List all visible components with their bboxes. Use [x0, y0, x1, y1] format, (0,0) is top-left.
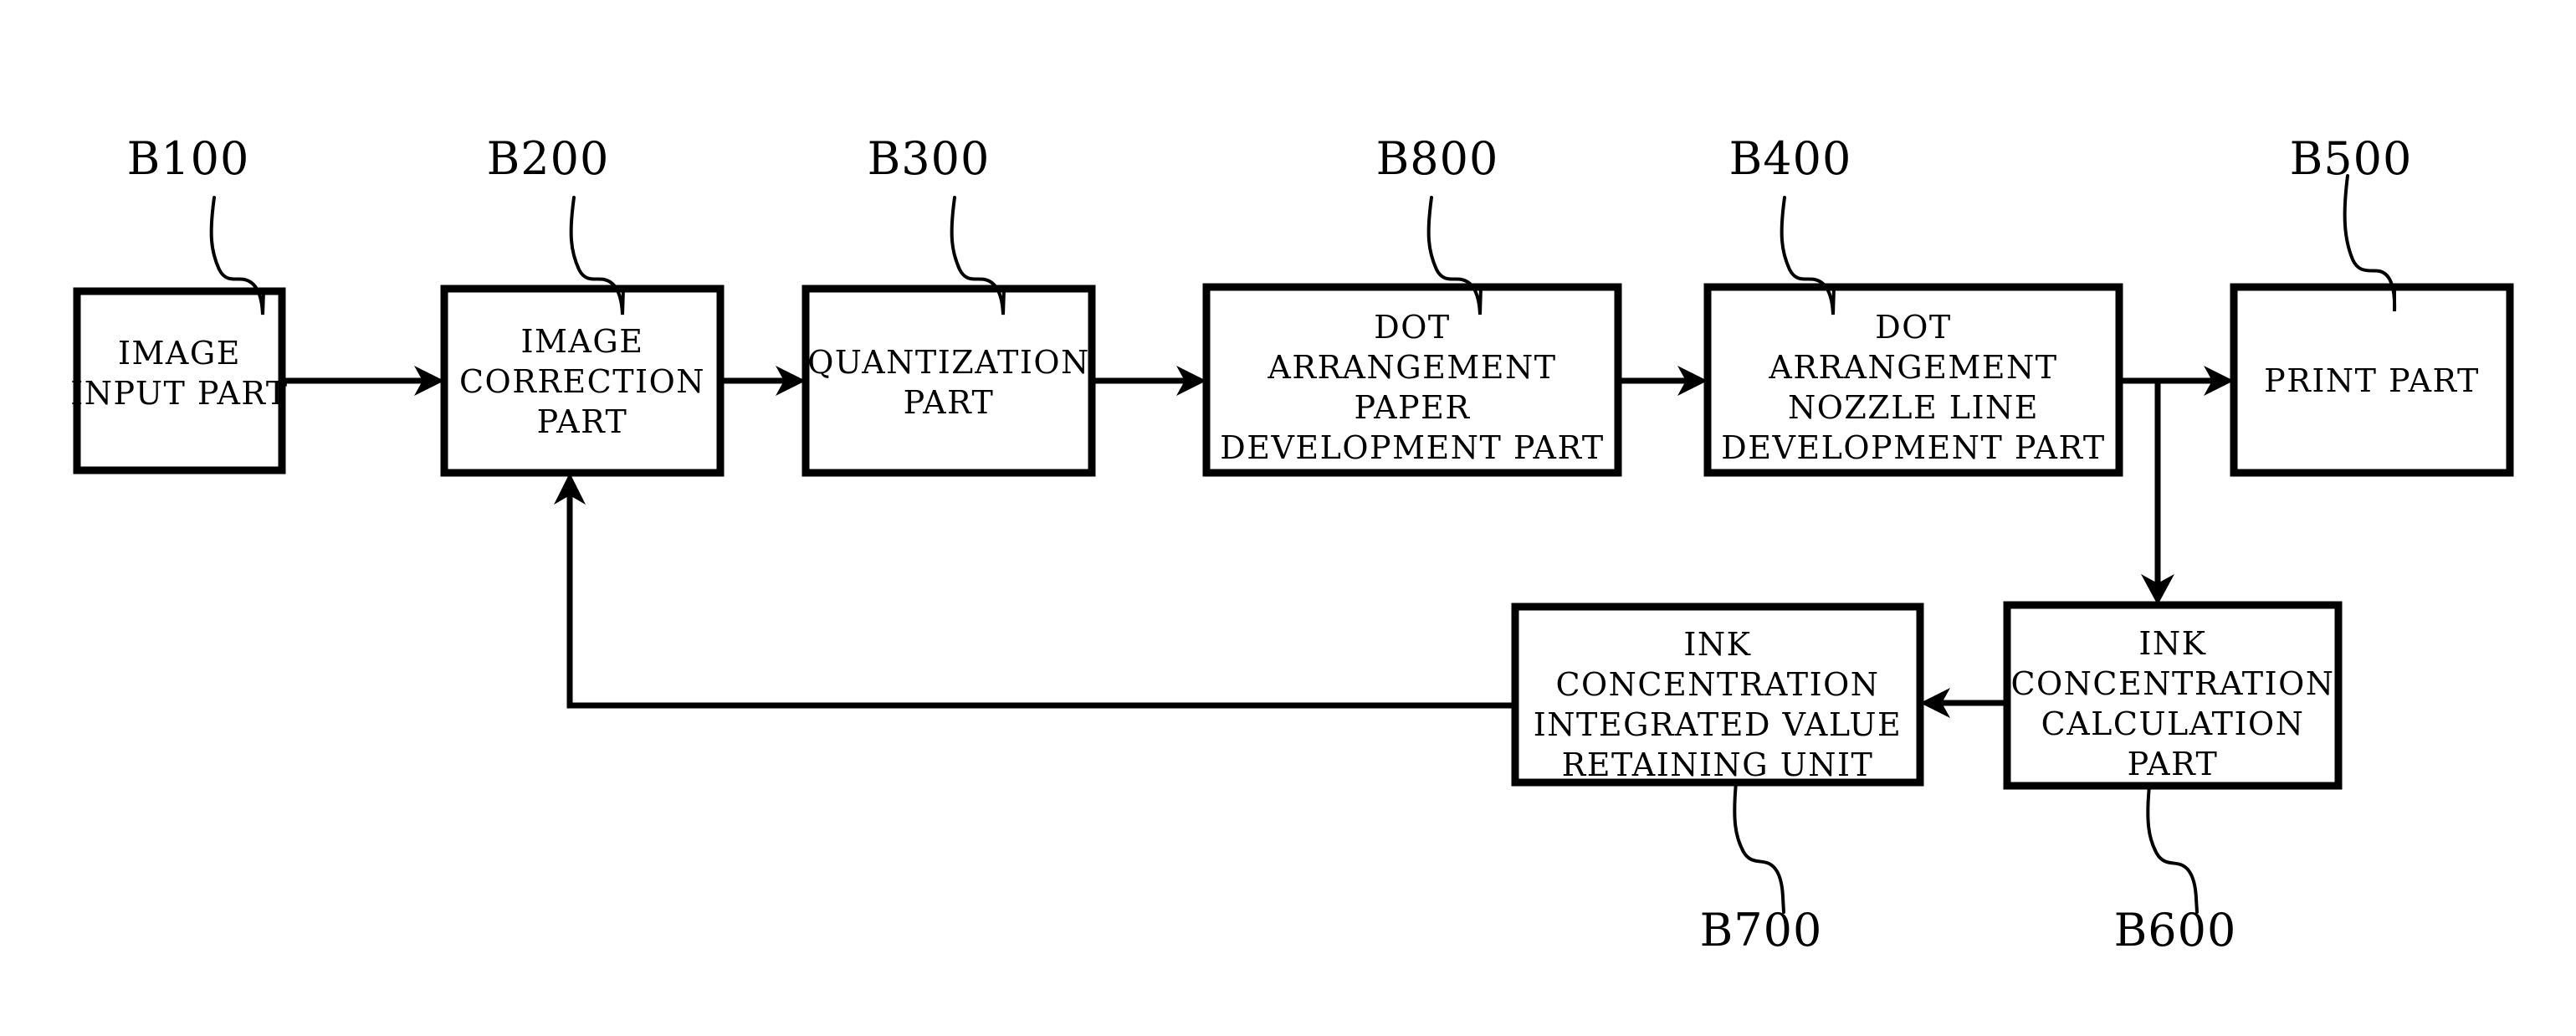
block-label-line: DOT: [1875, 309, 1951, 346]
block-label-line: CONCENTRATION: [2010, 665, 2334, 702]
connector-paper-development-to-nozzle-development: [1618, 366, 1708, 396]
block-label-line: INK: [1683, 626, 1751, 663]
reference-label-text: B700: [1700, 904, 1823, 957]
block-image-input-part[interactable]: IMAGE INPUT PART: [70, 287, 288, 474]
connector-nozzle-development-to-print-part: [2119, 366, 2234, 396]
reference-label-b100: B100: [127, 132, 265, 315]
connector-feedback-to-image-correction: [554, 473, 1515, 709]
block-label-line: DEVELOPMENT PART: [1721, 429, 2105, 466]
block-label-line: INTEGRATED VALUE: [1534, 706, 1903, 743]
block-image-correction-part[interactable]: IMAGE CORRECTION PART: [440, 285, 725, 477]
connector-quantization-to-paper-development: [1092, 366, 1206, 396]
block-label-line: PAPER: [1355, 389, 1471, 426]
block-dot-arrangement-nozzle-line-development-part[interactable]: DOT ARRANGEMENT NOZZLE LINE DEVELOPMENT …: [1703, 283, 2123, 477]
block-label-line: CALCULATION: [2041, 705, 2305, 742]
reference-label-text: B800: [1376, 132, 1499, 185]
connector-image-correction-to-quantization: [720, 366, 806, 396]
reference-label-text: B500: [2290, 132, 2413, 185]
reference-label-text: B300: [868, 132, 991, 185]
reference-label-text: B200: [487, 132, 610, 185]
block-label-line: NOZZLE LINE: [1788, 389, 2039, 426]
block-label-line: PART: [2128, 746, 2219, 782]
block-label-line: RETAINING UNIT: [1562, 746, 1874, 783]
reference-label-b700: B700: [1700, 781, 1823, 957]
block-label-line: QUANTIZATION: [807, 344, 1090, 381]
block-label-line: DOT: [1374, 309, 1450, 346]
reference-label-text: B600: [2114, 904, 2237, 957]
block-label-line: INK: [2138, 625, 2206, 662]
connector-image-input-to-image-correction: [282, 366, 444, 396]
block-label-line: PART: [537, 403, 628, 440]
block-print-part[interactable]: PRINT PART: [2230, 283, 2514, 477]
block-label-line: ARRANGEMENT: [1768, 349, 2057, 386]
patent-block-diagram: IMAGE INPUT PART IMAGE CORRECTION PART Q…: [70, 132, 2514, 957]
block-label-line: PART: [904, 384, 995, 421]
reference-label-text: B100: [127, 132, 250, 185]
block-label-line: INPUT PART: [70, 375, 288, 412]
reference-label-text: B400: [1729, 132, 1852, 185]
block-label-line: CONCENTRATION: [1555, 666, 1879, 703]
block-quantization-part[interactable]: QUANTIZATION PART: [801, 285, 1096, 477]
block-label-line: IMAGE: [118, 335, 241, 372]
diagram-canvas: IMAGE INPUT PART IMAGE CORRECTION PART Q…: [0, 0, 2576, 1036]
block-label-line: CORRECTION: [459, 363, 705, 400]
block-label-line: PRINT PART: [2264, 362, 2480, 399]
block-label-line: ARRANGEMENT: [1267, 349, 1556, 386]
reference-label-b600: B600: [2114, 784, 2237, 957]
reference-label-layer: B100 B200 B300 B800 B400 B500 B700 B600: [127, 132, 2413, 957]
connector-nozzle-development-branch-down-to-ink-calculation: [2141, 381, 2174, 605]
block-dot-arrangement-paper-development-part[interactable]: DOT ARRANGEMENT PAPER DEVELOPMENT PART: [1202, 283, 1622, 477]
connector-ink-calculation-to-integrated-value-unit: [1920, 688, 2007, 718]
block-label-line: DEVELOPMENT PART: [1220, 429, 1604, 466]
block-label-line: IMAGE: [521, 323, 644, 360]
block-ink-concentration-calculation-part[interactable]: INK CONCENTRATION CALCULATION PART: [2003, 601, 2343, 790]
block-layer: IMAGE INPUT PART IMAGE CORRECTION PART Q…: [70, 283, 2514, 790]
block-ink-concentration-integrated-value-retaining-unit[interactable]: INK CONCENTRATION INTEGRATED VALUE RETAI…: [1511, 603, 1924, 787]
